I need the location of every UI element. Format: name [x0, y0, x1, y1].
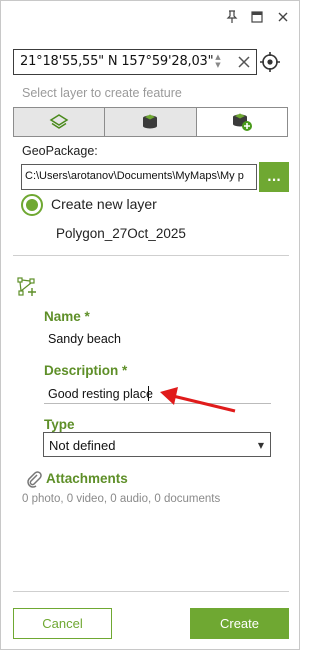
new-layer-option[interactable] [196, 108, 287, 136]
geopackage-label: GeoPackage: [22, 144, 98, 158]
create-button[interactable]: Create [190, 608, 289, 639]
attachments-label[interactable]: Attachments [46, 471, 128, 486]
type-select[interactable]: Not defined ▼ [43, 432, 271, 457]
select-layer-hint: Select layer to create feature [22, 86, 182, 100]
crosshair-icon[interactable] [259, 51, 281, 73]
text-caret [148, 386, 149, 401]
type-selected-value: Not defined [49, 438, 116, 453]
name-label: Name * [44, 309, 90, 324]
attachments-summary: 0 photo, 0 video, 0 audio, 0 documents [22, 493, 221, 505]
pin-icon[interactable] [222, 7, 242, 27]
annotation-arrow [160, 387, 236, 413]
geopackage-path-input[interactable]: C:\Users\arotanov\Documents\MyMaps\My p [21, 164, 257, 190]
browse-button[interactable]: ... [259, 162, 289, 192]
section-divider [13, 255, 289, 256]
title-bar [1, 1, 299, 33]
description-label: Description * [44, 363, 128, 378]
create-feature-panel: 21°18'55,55" N 157°59'28,03" ▲ ▼ Select l… [0, 0, 300, 650]
name-input[interactable]: Sandy beach [48, 332, 121, 346]
create-new-layer-label: Create new layer [51, 196, 157, 212]
polygon-add-icon [16, 276, 38, 298]
type-label: Type [44, 417, 75, 432]
layer-name: Polygon_27Oct_2025 [56, 226, 186, 241]
description-input[interactable]: Good resting place [48, 387, 153, 401]
create-new-layer-radio[interactable] [21, 194, 43, 216]
layers-icon [49, 114, 69, 129]
database-layer-icon [143, 114, 158, 129]
layer-source-selector [13, 107, 288, 137]
coordinates-spinner-icon[interactable]: ▲ ▼ [213, 53, 223, 71]
existing-layer-option[interactable] [105, 108, 197, 136]
database-add-icon [232, 113, 252, 131]
paperclip-icon [25, 470, 43, 488]
coordinates-input[interactable]: 21°18'55,55" N 157°59'28,03" ▲ ▼ [13, 49, 257, 75]
cancel-button[interactable]: Cancel [13, 608, 112, 639]
footer-divider [13, 591, 289, 592]
maximize-icon[interactable] [247, 7, 267, 27]
layers-option[interactable] [14, 108, 106, 136]
clear-x-icon[interactable] [234, 51, 254, 73]
dropdown-arrow-icon: ▼ [257, 441, 264, 450]
coordinates-value: 21°18'55,55" N 157°59'28,03" [20, 54, 214, 69]
close-icon[interactable] [273, 7, 293, 27]
